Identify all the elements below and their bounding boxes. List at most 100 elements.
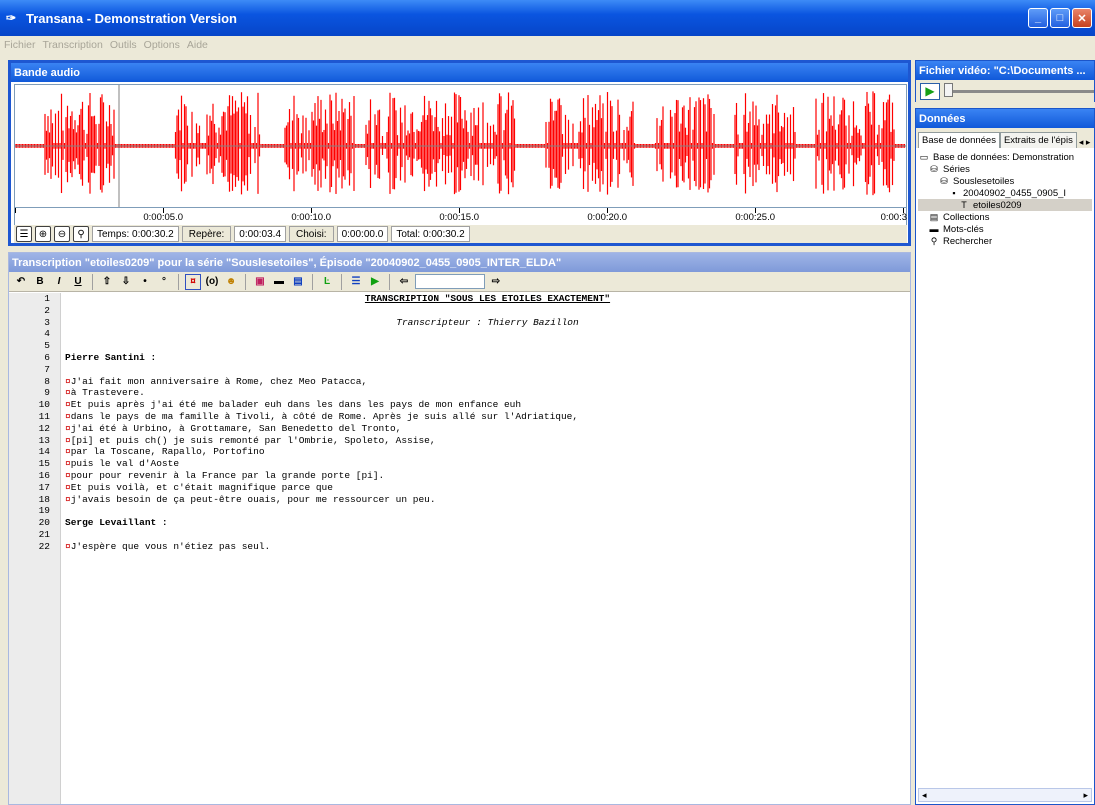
title-bar: ✑ Transana - Demonstration Version _ □ ✕ <box>0 0 1095 36</box>
tree-node[interactable]: ⚲ Rechercher <box>918 235 1092 247</box>
transcript-line: ¤à Trastevere. <box>65 387 910 399</box>
transcript-line <box>65 305 910 317</box>
line-number: 16 <box>38 469 50 481</box>
degree-icon[interactable]: ° <box>156 274 172 290</box>
menu-transcription[interactable]: Transcription <box>43 39 103 51</box>
tree-node[interactable]: Tetoiles0209 <box>918 199 1092 211</box>
maximize-button[interactable]: □ <box>1050 8 1070 28</box>
line-number: 15 <box>38 458 50 470</box>
search-input[interactable] <box>415 274 485 289</box>
menu-bar: Fichier Transcription Outils Options Aid… <box>0 36 1095 53</box>
tab-database[interactable]: Base de données <box>918 132 1000 148</box>
transcript-line <box>65 340 910 352</box>
menu-fichier[interactable]: Fichier <box>4 39 36 51</box>
transcript-line <box>65 505 910 517</box>
waveform[interactable] <box>14 84 907 208</box>
tree-node[interactable]: ⛁ Souslesetoiles <box>918 175 1092 187</box>
line-number: 2 <box>44 304 50 316</box>
line-number: 22 <box>38 540 50 552</box>
tree-node-label: Collections <box>943 211 990 223</box>
waveform-graphic <box>14 85 906 207</box>
zoom-reset-icon[interactable]: ⚲ <box>73 226 89 242</box>
dot-icon[interactable]: • <box>137 274 153 290</box>
tree-node[interactable]: ▭ Base de données: Demonstration <box>918 151 1092 163</box>
line-text: j'avais besoin de ça peut-être ouais, po… <box>70 493 436 505</box>
transcript-text[interactable]: TRANSCRIPTION "SOUS LES ETOILES EXACTEME… <box>65 293 910 804</box>
tree-node[interactable]: ▪ 20040902_0455_0905_I <box>918 187 1092 199</box>
arrow-down-icon[interactable]: ⇩ <box>118 274 134 290</box>
search-forward-icon[interactable]: ⇨ <box>488 274 504 290</box>
tree-node[interactable]: ⛁ Séries <box>918 163 1092 175</box>
pause-icon[interactable]: (o) <box>204 274 220 290</box>
timecode-icon[interactable]: ¤ <box>185 273 201 290</box>
italic-icon[interactable]: I <box>51 274 67 290</box>
tick-label: 0:00:20.0 <box>587 212 627 223</box>
line-text: Et puis voilà, et c'était magnifique par… <box>70 481 333 493</box>
zoom-in-icon[interactable]: ⊕ <box>35 226 51 242</box>
video-slider[interactable] <box>944 82 1094 97</box>
time-display: Temps: 0:00:30.2 <box>92 226 179 242</box>
arrow-up-icon[interactable]: ⇧ <box>99 274 115 290</box>
transcript-line <box>65 328 910 340</box>
line-number: 1 <box>44 293 50 304</box>
menu-outils[interactable]: Outils <box>110 39 137 51</box>
menu-aide[interactable]: Aide <box>187 39 208 51</box>
horizontal-scrollbar[interactable]: ◂ ▸ <box>918 788 1092 802</box>
line-number: 7 <box>44 363 50 375</box>
scroll-left-icon[interactable]: ◂ <box>922 790 927 801</box>
chosen-label[interactable]: Choisi: <box>289 226 334 242</box>
line-number: 8 <box>44 375 50 387</box>
transcript-icon: T <box>961 200 967 210</box>
transcript-line: Serge Levaillant : <box>65 517 910 529</box>
tab-scroll-icon[interactable]: ◂ ▸ <box>1079 137 1091 148</box>
bracket-icon[interactable]: Ŀ <box>319 274 335 290</box>
line-text: Et puis après j'ai été me balader euh da… <box>70 399 522 411</box>
transcript-line: ¤pour pour revenir à la France par la gr… <box>65 470 910 482</box>
bookmark-icon[interactable]: ▣ <box>252 274 268 290</box>
transcript-line <box>65 529 910 541</box>
zoom-out-icon[interactable]: ⊖ <box>54 226 70 242</box>
close-button[interactable]: ✕ <box>1072 8 1092 28</box>
search-back-icon[interactable]: ⇦ <box>396 274 412 290</box>
tree-node-label: 20040902_0455_0905_I <box>963 187 1067 199</box>
scroll-right-icon[interactable]: ▸ <box>1083 790 1088 801</box>
audio-toolbar: ☰ ⊕ ⊖ ⚲ Temps: 0:00:30.2 Repère: 0:00:03… <box>14 225 907 243</box>
tick-label: 0:00:15.0 <box>439 212 479 223</box>
save-icon[interactable]: ▤ <box>290 274 306 290</box>
tree-node[interactable]: ▬ Mots-clés <box>918 223 1092 235</box>
menu-options[interactable]: Options <box>144 39 180 51</box>
underline-icon[interactable]: U <box>70 274 86 290</box>
tree-node[interactable]: ▤ Collections <box>918 211 1092 223</box>
chosen-value[interactable]: 0:00:00.0 <box>336 226 389 242</box>
minimize-button[interactable]: _ <box>1028 8 1048 28</box>
line-text: J'ai fait mon anniversaire à Rome, chez … <box>70 375 368 387</box>
marker-value[interactable]: 0:00:03.4 <box>234 226 287 242</box>
line-text: par la Toscane, Rapallo, Portofino <box>70 446 265 458</box>
tick-label: 0:00:3 <box>880 212 907 223</box>
app-icon: ✑ <box>6 11 17 25</box>
tick-label: 0:00:25.0 <box>735 212 775 223</box>
properties-icon[interactable]: ▬ <box>271 274 287 290</box>
line-number: 10 <box>38 399 50 411</box>
line-number: 21 <box>38 528 50 540</box>
line-text: j'ai été à Urbino, à Grottamare, San Ben… <box>70 422 402 434</box>
line-number: 11 <box>38 410 50 422</box>
slider-handle[interactable] <box>944 82 953 97</box>
line-text: Serge Levaillant : <box>65 517 168 529</box>
bold-icon[interactable]: B <box>32 274 48 290</box>
tick-label: 0:00:10.0 <box>291 212 331 223</box>
face-icon[interactable]: ☻ <box>223 274 239 290</box>
play-button[interactable]: ▶ <box>920 82 940 100</box>
split-icon[interactable]: ☰ <box>348 274 364 290</box>
tab-episode-clips[interactable]: Extraits de l'épis <box>999 132 1077 148</box>
transcript-line: ¤par la Toscane, Rapallo, Portofino <box>65 446 910 458</box>
transcript-line: TRANSCRIPTION "SOUS LES ETOILES EXACTEME… <box>65 293 910 305</box>
play-icon[interactable]: ▶ <box>367 274 383 290</box>
episode-icon: ▪ <box>952 188 956 198</box>
marker-label[interactable]: Repère: <box>181 226 232 242</box>
tree-node-label: Mots-clés <box>943 223 984 235</box>
list-icon[interactable]: ☰ <box>16 226 32 242</box>
tree-node-label: etoiles0209 <box>973 199 1022 211</box>
transcript-toolbar: ↶ B I U ⇧ ⇩ • ° ¤ (o) ☻ ▣ ▬ ▤ Ŀ ☰ ▶ ⇦ ⇨ <box>9 272 910 292</box>
undo-icon[interactable]: ↶ <box>13 274 29 290</box>
